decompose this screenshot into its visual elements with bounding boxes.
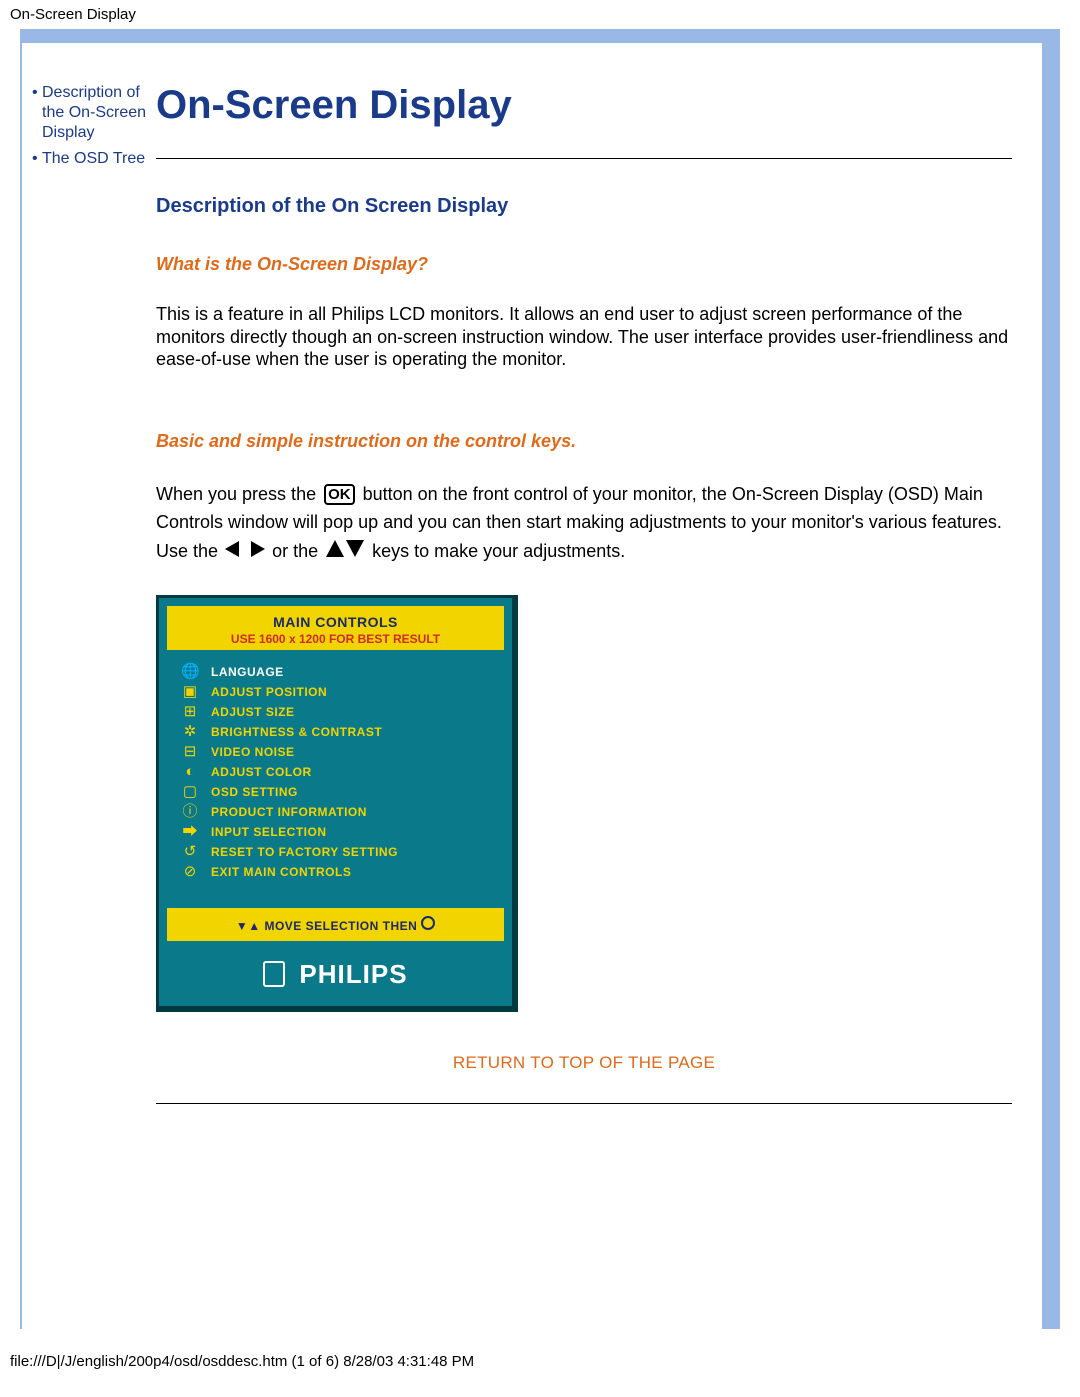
osd-footer-text: MOVE SELECTION THEN <box>264 919 417 933</box>
return-to-top-link[interactable]: RETURN TO TOP OF THE PAGE <box>453 1053 715 1072</box>
brightness-icon: ✲ <box>181 724 199 740</box>
osd-item-label: LANGUAGE <box>211 665 284 679</box>
osd-item-adjust-size[interactable]: ⊞ ADJUST SIZE <box>181 702 502 722</box>
main-content: On-Screen Display Description of the On … <box>148 83 1012 1104</box>
osd-item-label: RESET TO FACTORY SETTING <box>211 845 398 859</box>
philips-brand: PHILIPS <box>299 959 407 990</box>
down-up-icons: ▼▲ <box>236 919 261 933</box>
paragraph-instruction: When you press the OK button on the fron… <box>156 480 1012 567</box>
page-footer: file:///D|/J/english/200p4/osd/osddesc.h… <box>0 1347 1080 1380</box>
osd-item-brightness-contrast[interactable]: ✲ BRIGHTNESS & CONTRAST <box>181 722 502 742</box>
osd-item-osd-setting[interactable]: ▢ OSD SETTING <box>181 782 502 802</box>
divider <box>156 158 1012 159</box>
sidebar-item-osd-tree[interactable]: • The OSD Tree <box>32 149 148 169</box>
up-down-arrows-icon <box>325 538 365 567</box>
text-fragment: keys to make your adjustments. <box>372 541 625 561</box>
ok-circle-icon <box>421 916 435 930</box>
input-icon: ⮕ <box>181 824 199 840</box>
subheading-what-is-osd: What is the On-Screen Display? <box>156 254 1012 275</box>
osd-item-label: PRODUCT INFORMATION <box>211 805 367 819</box>
page-frame: • Description of the On-Screen Display •… <box>20 29 1060 1329</box>
size-icon: ⊞ <box>181 704 199 720</box>
paragraph-description: This is a feature in all Philips LCD mon… <box>156 303 1012 371</box>
text-fragment: When you press the <box>156 484 321 504</box>
sidebar-nav: • Description of the On-Screen Display •… <box>32 83 148 1104</box>
osd-item-adjust-color[interactable]: ◐ ADJUST COLOR <box>181 762 502 782</box>
position-icon: ▣ <box>181 684 199 700</box>
noise-icon: ⊟ <box>181 744 199 760</box>
osd-item-video-noise[interactable]: ⊟ VIDEO NOISE <box>181 742 502 762</box>
osd-item-language[interactable]: 🌐 LANGUAGE <box>181 662 502 682</box>
subheading-basic-instruction: Basic and simple instruction on the cont… <box>156 431 1012 452</box>
reset-icon: ↺ <box>181 844 199 860</box>
osd-item-label: ADJUST SIZE <box>211 705 295 719</box>
osd-item-label: INPUT SELECTION <box>211 825 327 839</box>
osd-brand-footer: PHILIPS <box>159 949 512 1007</box>
sidebar-link-label[interactable]: Description of the On-Screen Display <box>42 83 148 143</box>
language-icon: 🌐 <box>181 664 199 680</box>
text-fragment: or the <box>272 541 323 561</box>
philips-shield-icon <box>263 961 285 987</box>
color-icon: ◐ <box>181 764 199 780</box>
osd-footer-instruction: ▼▲ MOVE SELECTION THEN <box>167 908 504 941</box>
ok-button-icon: OK <box>324 484 355 505</box>
return-to-top[interactable]: RETURN TO TOP OF THE PAGE <box>156 1052 1012 1073</box>
sidebar-item-description[interactable]: • Description of the On-Screen Display <box>32 83 148 143</box>
setting-icon: ▢ <box>181 784 199 800</box>
divider <box>156 1103 1012 1104</box>
osd-item-label: EXIT MAIN CONTROLS <box>211 865 351 879</box>
bullet-icon: • <box>32 149 42 169</box>
left-right-arrows-icon <box>225 538 265 567</box>
osd-header-title: MAIN CONTROLS <box>173 614 498 630</box>
info-icon: ⓘ <box>181 804 199 820</box>
osd-item-input-selection[interactable]: ⮕ INPUT SELECTION <box>181 822 502 842</box>
osd-header: MAIN CONTROLS USE 1600 x 1200 FOR BEST R… <box>167 606 504 650</box>
osd-item-exit[interactable]: ⊘ EXIT MAIN CONTROLS <box>181 862 502 882</box>
document-title: On-Screen Display <box>10 6 136 23</box>
sidebar-link-label[interactable]: The OSD Tree <box>42 149 145 169</box>
osd-item-label: VIDEO NOISE <box>211 745 295 759</box>
page-title: On-Screen Display <box>156 83 1012 128</box>
footer-text: file:///D|/J/english/200p4/osd/osddesc.h… <box>10 1353 474 1370</box>
bullet-icon: • <box>32 83 42 143</box>
osd-item-label: ADJUST COLOR <box>211 765 312 779</box>
osd-panel: MAIN CONTROLS USE 1600 x 1200 FOR BEST R… <box>156 595 518 1013</box>
section-heading: Description of the On Screen Display <box>156 195 1012 218</box>
osd-item-label: BRIGHTNESS & CONTRAST <box>211 725 382 739</box>
osd-item-label: OSD SETTING <box>211 785 298 799</box>
osd-header-subtitle: USE 1600 x 1200 FOR BEST RESULT <box>173 632 498 646</box>
exit-icon: ⊘ <box>181 864 199 880</box>
osd-item-reset-factory[interactable]: ↺ RESET TO FACTORY SETTING <box>181 842 502 862</box>
osd-item-adjust-position[interactable]: ▣ ADJUST POSITION <box>181 682 502 702</box>
osd-menu-list: 🌐LANGUAGE ▣ADJUST POSITION ⊞ADJUST SIZE … <box>159 660 512 900</box>
osd-item-product-info[interactable]: ⓘ PRODUCT INFORMATION <box>181 802 502 822</box>
document-header: On-Screen Display <box>0 0 1080 29</box>
osd-item-label: ADJUST POSITION <box>211 685 327 699</box>
